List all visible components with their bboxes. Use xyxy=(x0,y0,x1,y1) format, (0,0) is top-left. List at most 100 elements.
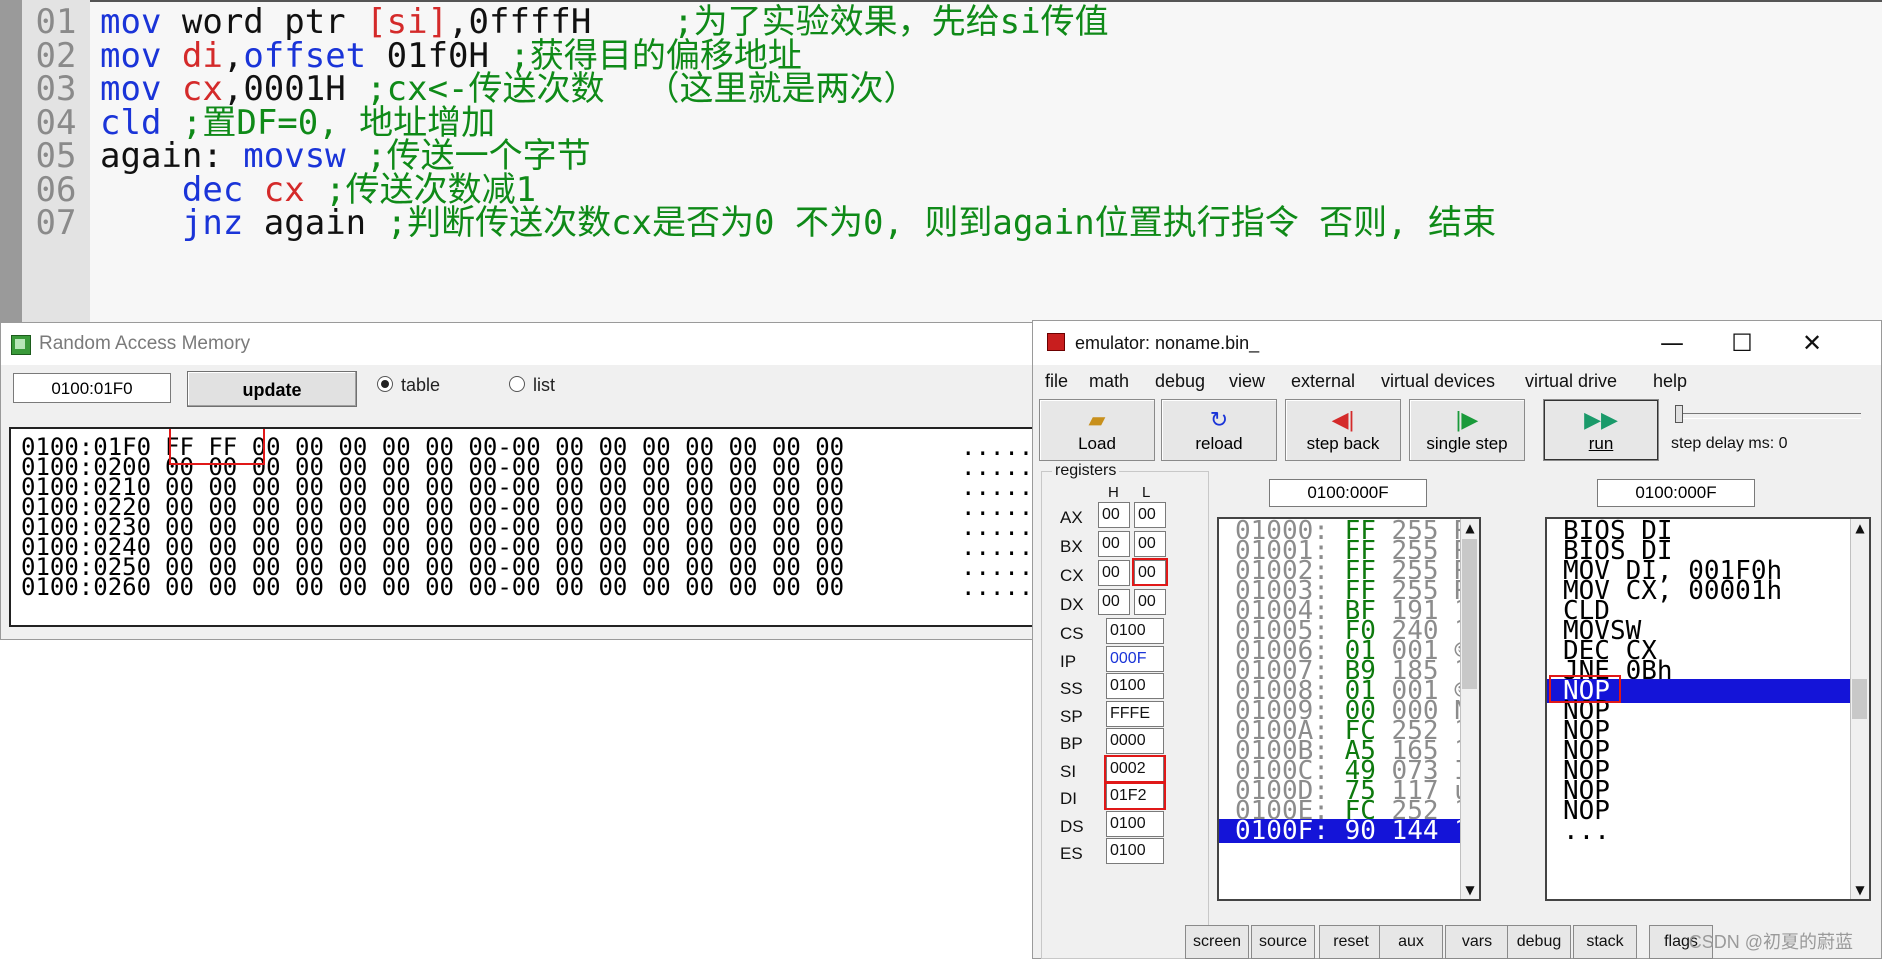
view-list-radio[interactable]: list xyxy=(509,375,555,396)
high-byte-label: H xyxy=(1108,484,1119,501)
ram-title: Random Access Memory xyxy=(39,333,251,354)
scroll-up-icon[interactable]: ▲ xyxy=(1461,519,1479,537)
reload-button[interactable]: ↻ reload xyxy=(1161,399,1277,461)
scroll-down-icon[interactable]: ▼ xyxy=(1461,881,1479,899)
menu-external[interactable]: external xyxy=(1291,371,1355,392)
register-name: AX xyxy=(1060,508,1083,527)
menu-math[interactable]: math xyxy=(1089,371,1129,392)
code-text: jnz again ;判断传送次数cx是否为0 不为0, 则到again位置执行… xyxy=(100,203,1496,243)
radio-unselected-icon xyxy=(509,376,525,392)
view-list-label: list xyxy=(533,375,555,395)
run-label: run xyxy=(1588,434,1614,453)
registers-panel: registers H L AX 00 00 BX 00 00 CX 00 00 DX 00 00 CS… xyxy=(1041,462,1209,959)
highlight-box-ff-bytes xyxy=(169,429,265,465)
bottom-button-screen[interactable]: screen xyxy=(1185,925,1249,959)
menu-bar: file math debug view external virtual de… xyxy=(1033,369,1881,397)
menu-virtual-drive[interactable]: virtual drive xyxy=(1525,371,1617,392)
scroll-down-icon[interactable]: ▼ xyxy=(1851,881,1869,899)
load-button[interactable]: ▰ Load xyxy=(1039,399,1155,461)
register-cx: CX 00 00 xyxy=(1042,560,1202,592)
scroll-thumb[interactable] xyxy=(1462,539,1477,689)
register-ax: AX 00 00 xyxy=(1042,502,1202,534)
emulator-window: emulator: noname.bin_ — ☐ ✕ file math de… xyxy=(1032,320,1882,959)
code-editor[interactable]: 01 mov word ptr [si],0ffffH ;为了实验效果，先给si传… xyxy=(0,0,1882,322)
scroll-thumb[interactable] xyxy=(1852,679,1867,719)
register-value-field[interactable]: 0100 xyxy=(1106,810,1164,837)
register-low-field[interactable]: 00 xyxy=(1134,531,1166,557)
step-back-button[interactable]: ◀| step back xyxy=(1285,399,1401,461)
memory-list[interactable]: 01000: FF 255 RI01001: FF 255 RI01002: F… xyxy=(1217,517,1481,901)
register-high-field[interactable]: 00 xyxy=(1098,589,1130,615)
minimize-button[interactable]: — xyxy=(1637,321,1707,365)
bottom-button-vars[interactable]: vars xyxy=(1445,925,1509,959)
view-table-label: table xyxy=(401,375,441,395)
view-table-radio[interactable]: table xyxy=(377,375,440,396)
bottom-button-stack[interactable]: stack xyxy=(1573,925,1637,959)
bottom-button-debug[interactable]: debug xyxy=(1507,925,1571,959)
register-name: ES xyxy=(1060,844,1083,863)
register-name: DI xyxy=(1060,789,1077,808)
register-name: IP xyxy=(1060,651,1077,671)
folder-icon: ▰ xyxy=(1088,407,1106,432)
step-delay-slider[interactable]: step delay ms: 0 xyxy=(1671,403,1871,459)
step-delay-label: step delay ms: 0 xyxy=(1671,435,1788,452)
register-value-field[interactable]: 000F xyxy=(1106,645,1164,672)
memory-address: 0100F: xyxy=(1235,819,1329,843)
register-value-field[interactable]: 0100 xyxy=(1106,673,1164,699)
disasm-address-input[interactable]: 0100:000F xyxy=(1597,479,1755,507)
single-step-icon: |▶ xyxy=(1455,407,1479,432)
code-line[interactable]: 07 jnz again ;判断传送次数cx是否为0 不为0, 则到again位… xyxy=(22,203,1497,243)
memory-scrollbar[interactable]: ▲ ▼ xyxy=(1460,519,1479,899)
bottom-button-source[interactable]: source xyxy=(1251,925,1315,959)
scroll-up-icon[interactable]: ▲ xyxy=(1851,519,1869,537)
ram-row-ascii: ........ xyxy=(961,573,1037,601)
slider-thumb[interactable] xyxy=(1675,405,1683,423)
register-value-field[interactable]: 0000 xyxy=(1106,728,1164,754)
register-value-field[interactable]: 0100 xyxy=(1106,838,1164,864)
maximize-button[interactable]: ☐ xyxy=(1707,321,1777,365)
register-high-field[interactable]: 00 xyxy=(1098,502,1130,528)
ram-titlebar[interactable]: Random Access Memory xyxy=(1,323,1039,365)
run-icon: ▶▶ xyxy=(1584,407,1618,432)
menu-debug[interactable]: debug xyxy=(1155,371,1205,392)
emulator-titlebar[interactable]: emulator: noname.bin_ — ☐ ✕ xyxy=(1033,321,1881,365)
low-byte-label: L xyxy=(1142,484,1151,501)
ram-memory-table[interactable]: 0100:01F0 FF FF 00 00 00 00 00 00-00 00 0… xyxy=(9,427,1039,627)
single-step-label: single step xyxy=(1426,434,1508,453)
register-value-field[interactable]: 0100 xyxy=(1106,618,1164,644)
register-es: ES 0100 xyxy=(1042,838,1202,870)
register-low-field[interactable]: 00 xyxy=(1134,589,1166,615)
watermark: CSDN @初夏的蔚蓝 xyxy=(1688,932,1853,952)
ram-address-input[interactable]: 0100:01F0 xyxy=(13,373,171,403)
bottom-button-aux[interactable]: aux xyxy=(1379,925,1443,959)
memory-address-input[interactable]: 0100:000F xyxy=(1269,479,1427,507)
ram-row-bytes: 00 00 00 00 00 00 00 00-00 00 00 00 00 0… xyxy=(165,573,845,601)
bottom-button-reset[interactable]: reset xyxy=(1319,925,1383,959)
register-high-field[interactable]: 00 xyxy=(1098,531,1130,557)
register-high-field[interactable]: 00 xyxy=(1098,560,1130,586)
code-token-kw: jnz xyxy=(181,203,264,243)
register-name: BX xyxy=(1060,537,1083,556)
update-button[interactable]: update xyxy=(187,371,357,407)
close-button[interactable]: ✕ xyxy=(1777,321,1847,365)
menu-view[interactable]: view xyxy=(1229,371,1265,392)
register-value-field[interactable]: FFFE xyxy=(1106,700,1164,727)
ram-window: Random Access Memory 0100:01F0 update ta… xyxy=(0,322,1040,640)
code-token-cm: ;判断传送次数cx是否为0 不为0, 则到again位置执行指令 否则, 结束 xyxy=(386,203,1497,243)
reload-label: reload xyxy=(1195,434,1243,453)
single-step-button[interactable]: |▶ single step xyxy=(1409,399,1525,461)
menu-help[interactable]: help xyxy=(1653,371,1687,392)
emulator-app-icon xyxy=(1047,333,1065,351)
disassembly-list[interactable]: BIOS DI BIOS DI MOV DI, 001F0h MOV CX, 0000… xyxy=(1545,517,1871,901)
disasm-row[interactable]: ... xyxy=(1547,818,1863,844)
disasm-scrollbar[interactable]: ▲ ▼ xyxy=(1850,519,1869,899)
highlight-box-si xyxy=(1104,755,1166,783)
menu-virtual-devices[interactable]: virtual devices xyxy=(1381,371,1495,392)
run-button[interactable]: ▶▶ run xyxy=(1543,399,1659,461)
radio-selected-icon xyxy=(377,376,393,392)
menu-file[interactable]: file xyxy=(1045,371,1068,392)
register-dx: DX 00 00 xyxy=(1042,589,1202,621)
ram-row: 0100:0260 00 00 00 00 00 00 00 00-00 00 0… xyxy=(21,575,1037,599)
register-low-field[interactable]: 00 xyxy=(1134,502,1166,528)
memory-row[interactable]: 0100F: 90 144 ? xyxy=(1219,819,1475,843)
